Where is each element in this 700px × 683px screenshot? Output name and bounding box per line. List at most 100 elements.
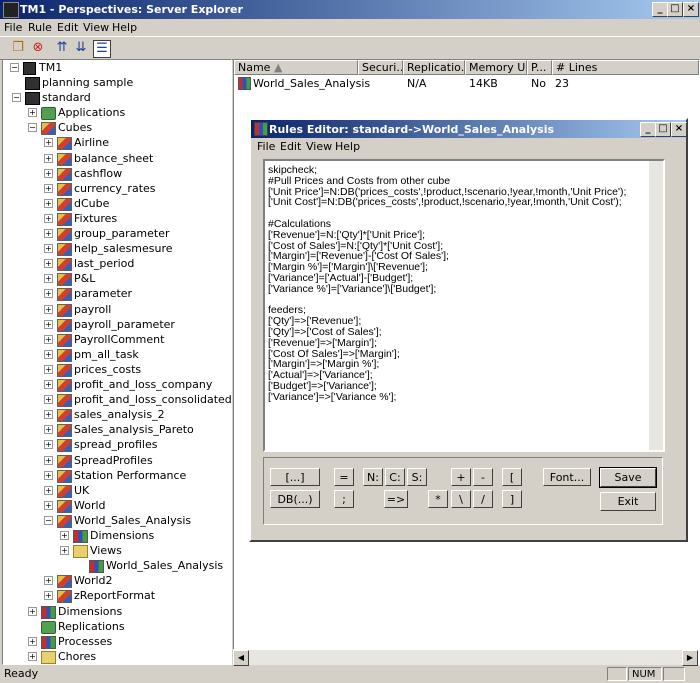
insert-multiply-button[interactable]: * — [428, 490, 448, 508]
insert-reference-button[interactable]: [...] — [270, 468, 320, 486]
collapse-toggle[interactable]: − — [10, 63, 19, 72]
tree-item[interactable]: cashflow — [74, 166, 122, 181]
expand-toggle[interactable]: + — [60, 546, 69, 556]
expand-toggle[interactable]: + — [44, 274, 53, 284]
insert-feeder-button[interactable]: => — [384, 490, 408, 508]
tree-item[interactable]: help_salesmesure — [74, 241, 173, 256]
expand-toggle[interactable]: + — [44, 395, 53, 405]
minimize-button[interactable]: _ — [652, 2, 668, 17]
expand-toggle[interactable]: + — [44, 334, 53, 344]
font-button[interactable]: Font... — [543, 468, 591, 486]
editor-vertical-scrollbar[interactable] — [649, 161, 663, 450]
tree-item[interactable]: World_Sales_Analysis — [106, 558, 223, 573]
expand-toggle[interactable]: + — [44, 289, 53, 299]
tree-item[interactable]: last_period — [74, 256, 134, 271]
insert-minus-button[interactable]: - — [473, 468, 493, 486]
insert-c-button[interactable]: C: — [385, 468, 405, 486]
expand-toggle[interactable]: + — [44, 244, 53, 254]
insert-right-bracket-button[interactable]: ] — [502, 490, 522, 508]
server-tree[interactable]: − TM1 planning sample − standard + Applicati… — [2, 59, 232, 665]
horizontal-scrollbar[interactable]: ◀ ▶ — [233, 649, 698, 666]
expand-toggle[interactable]: + — [44, 470, 53, 480]
expand-toggle[interactable]: + — [44, 576, 53, 586]
tree-item[interactable]: prices_costs — [74, 362, 141, 377]
expand-toggle[interactable]: + — [28, 651, 37, 661]
insert-backslash-button[interactable]: \ — [451, 490, 471, 508]
tree-item[interactable]: World_Sales_Analysis — [74, 513, 191, 528]
close-button[interactable]: × — [683, 2, 699, 17]
insert-db-button[interactable]: DB(...) — [270, 490, 320, 508]
tree-item[interactable]: Views — [90, 543, 122, 558]
tree-item[interactable]: group_parameter — [74, 226, 170, 241]
tree-item[interactable]: profit_and_loss_consolidated — [74, 392, 231, 407]
insert-s-button[interactable]: S: — [407, 468, 427, 486]
expand-toggle[interactable]: + — [28, 636, 37, 646]
expand-toggle[interactable]: + — [44, 349, 53, 359]
insert-n-button[interactable]: N: — [363, 468, 383, 486]
tree-item[interactable]: SpreadProfiles — [74, 453, 153, 468]
tree-root-tm1[interactable]: TM1 — [39, 60, 62, 75]
insert-plus-button[interactable]: + — [451, 468, 471, 486]
tree-item[interactable]: profit_and_loss_company — [74, 377, 212, 392]
delete-icon[interactable]: ⊗ — [30, 40, 46, 56]
editor-menu-edit[interactable]: Edit — [280, 140, 301, 153]
expand-toggle[interactable]: + — [44, 198, 53, 208]
expand-toggle[interactable]: + — [44, 153, 53, 163]
expand-toggle[interactable]: + — [44, 380, 53, 389]
expand-toggle[interactable]: + — [44, 259, 53, 269]
tree-item[interactable]: Station Performance — [74, 468, 186, 483]
expand-toggle[interactable]: + — [44, 500, 53, 510]
tree-item[interactable]: UK — [74, 483, 89, 498]
menu-view[interactable]: View — [83, 21, 109, 34]
sort-down-icon[interactable]: ⇊ — [73, 40, 89, 56]
tree-item[interactable]: PayrollComment — [74, 332, 164, 347]
menu-edit[interactable]: Edit — [57, 21, 78, 34]
insert-slash-button[interactable]: / — [473, 490, 493, 508]
menu-file[interactable]: File — [4, 21, 22, 34]
scroll-right-icon[interactable]: ▶ — [682, 650, 698, 666]
menu-help[interactable]: Help — [112, 21, 137, 34]
column-header-memory-used[interactable]: Memory Used — [465, 60, 527, 75]
expand-toggle[interactable]: + — [44, 364, 53, 374]
save-button[interactable]: Save — [599, 467, 657, 488]
editor-menu-help[interactable]: Help — [335, 140, 360, 153]
expand-toggle[interactable]: + — [44, 440, 53, 450]
collapse-toggle[interactable]: − — [44, 515, 53, 525]
insert-left-bracket-button[interactable]: [ — [502, 468, 522, 486]
expand-toggle[interactable]: + — [44, 229, 53, 238]
list-item-name[interactable]: World_Sales_Analysis — [253, 76, 370, 91]
expand-toggle[interactable]: + — [44, 591, 53, 601]
expand-toggle[interactable]: + — [44, 168, 53, 178]
tree-item[interactable]: Dimensions — [58, 604, 122, 619]
tree-item[interactable]: dCube — [74, 196, 109, 211]
properties-pane-icon[interactable]: ☰ — [93, 40, 111, 58]
expand-toggle[interactable]: + — [44, 425, 53, 435]
tree-item[interactable]: World — [74, 498, 106, 513]
tree-item[interactable]: payroll_parameter — [74, 317, 175, 332]
tree-item[interactable]: P&L — [74, 271, 95, 286]
insert-semicolon-button[interactable]: ; — [334, 490, 354, 508]
collapse-toggle[interactable]: − — [12, 93, 21, 103]
menu-rule[interactable]: Rule — [28, 21, 52, 34]
exit-button[interactable]: Exit — [600, 492, 656, 511]
column-header-replication[interactable]: Replicatio... — [403, 60, 465, 75]
tree-item[interactable]: Fixtures — [74, 211, 117, 226]
expand-toggle[interactable]: + — [44, 138, 53, 148]
expand-toggle[interactable]: + — [44, 183, 53, 193]
tree-item[interactable]: payroll — [74, 302, 111, 317]
sort-up-icon[interactable]: ⇈ — [54, 40, 70, 56]
insert-equals-button[interactable]: = — [334, 468, 354, 486]
tree-item[interactable]: sales_analysis_2 — [74, 407, 165, 422]
expand-toggle[interactable]: + — [44, 485, 53, 495]
tree-item[interactable]: Applications — [58, 105, 125, 120]
tree-item[interactable]: Chores — [58, 649, 96, 664]
editor-close-button[interactable]: × — [671, 122, 687, 137]
tree-item[interactable]: Dimensions — [90, 528, 154, 543]
tree-item[interactable]: spread_profiles — [74, 437, 157, 452]
expand-toggle[interactable]: + — [44, 319, 53, 329]
column-header-name[interactable]: Name ▲ — [234, 60, 358, 75]
tree-item[interactable]: balance_sheet — [74, 151, 153, 166]
tree-item[interactable]: Sales_analysis_Pareto — [74, 422, 194, 437]
column-header-security[interactable]: Securi... — [358, 60, 403, 75]
rule-code-editor[interactable]: skipcheck; #Pull Prices and Costs from o… — [263, 159, 665, 452]
